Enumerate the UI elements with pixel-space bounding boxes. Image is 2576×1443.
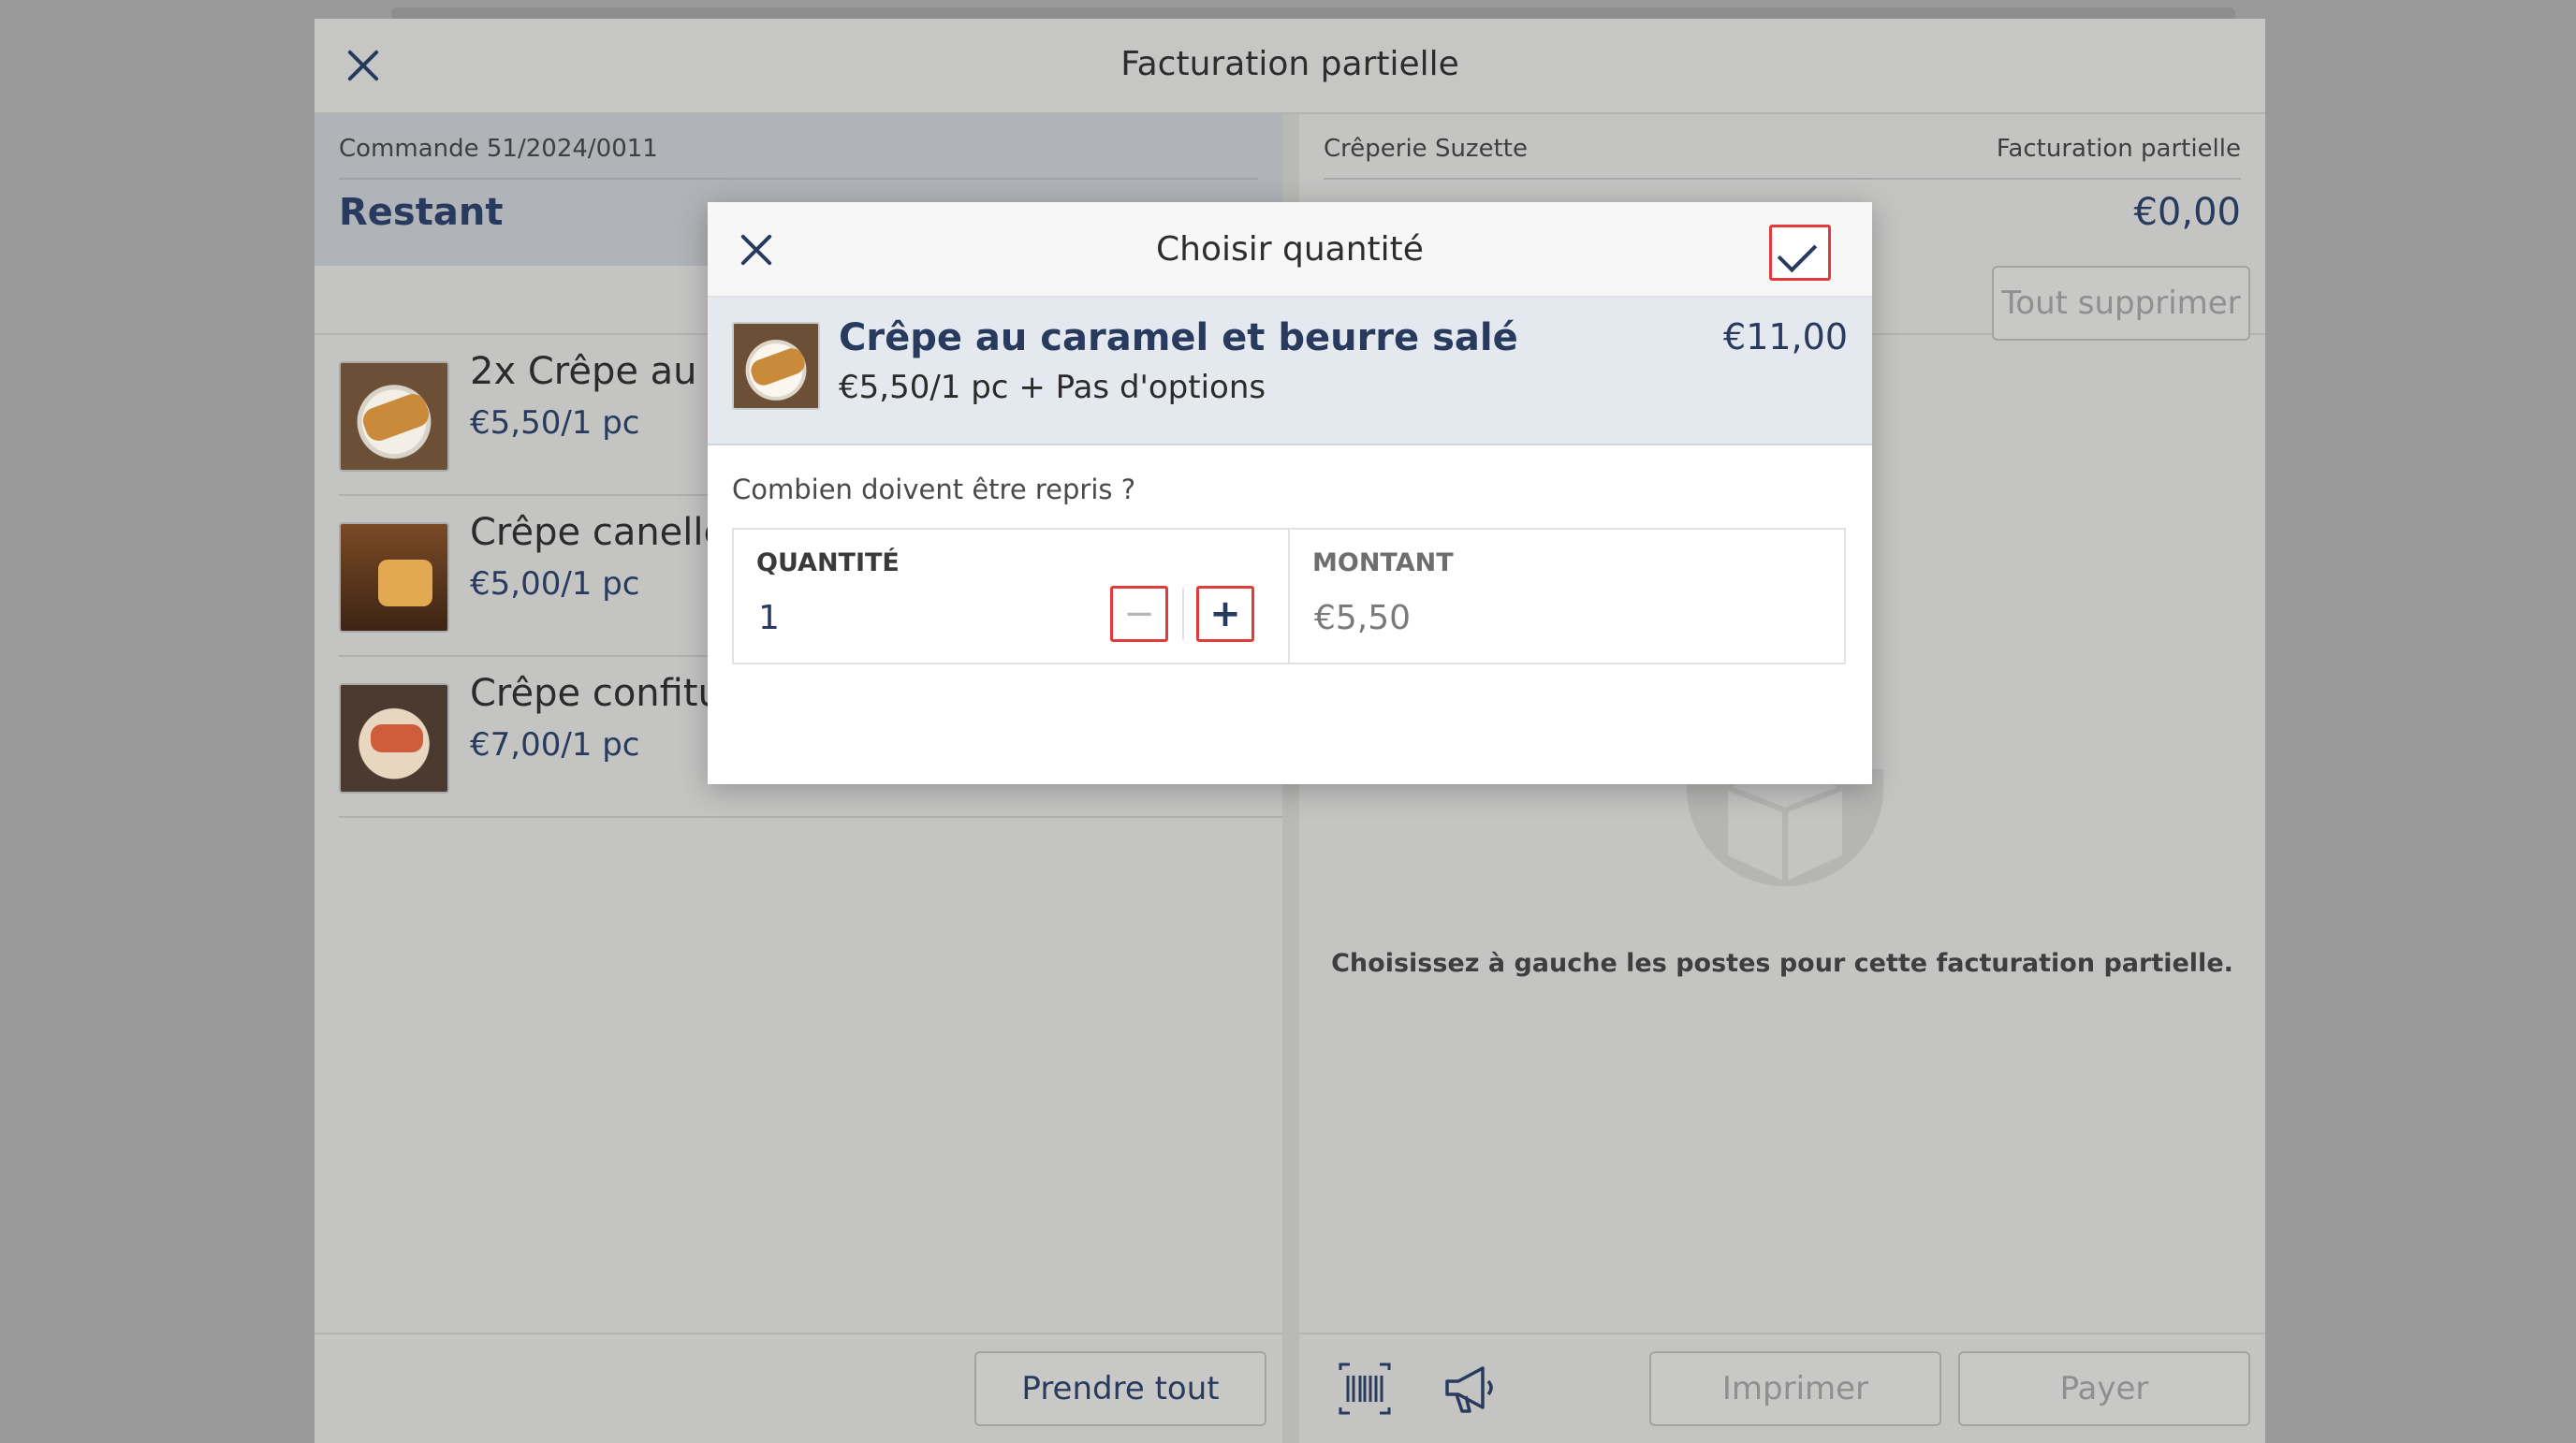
clear-all-button[interactable]: Tout supprimer bbox=[1992, 266, 2250, 341]
bill-mode-label: Facturation partielle bbox=[1996, 135, 2241, 163]
divider bbox=[1324, 178, 2241, 180]
left-footer: Prendre tout bbox=[315, 1333, 1282, 1443]
check-icon bbox=[1777, 232, 1818, 273]
selected-item: Crêpe au caramel et beurre salé €5,50/1 … bbox=[708, 298, 1872, 445]
pay-button[interactable]: Payer bbox=[1958, 1351, 2250, 1426]
bill-total: €0,00 bbox=[2133, 191, 2241, 234]
quantity-fields: QUANTITÉ 1 − + MONTANT €5,50 bbox=[732, 528, 1846, 664]
item-price: €5,50/1 pc bbox=[470, 404, 640, 442]
quantity-value[interactable]: 1 bbox=[758, 599, 780, 637]
stepper-separator bbox=[1182, 588, 1184, 640]
item-image bbox=[339, 361, 449, 472]
restaurant-name: Crêperie Suzette bbox=[1324, 135, 1528, 163]
amount-value: €5,50 bbox=[1314, 599, 1412, 637]
empty-box-icon bbox=[1687, 769, 1883, 886]
print-button[interactable]: Imprimer bbox=[1649, 1351, 1941, 1426]
dialog-title: Choisir quantité bbox=[1156, 230, 1424, 269]
amount-field: MONTANT €5,50 bbox=[1290, 530, 1844, 663]
barcode-icon[interactable] bbox=[1337, 1361, 1393, 1417]
item-total: €11,00 bbox=[1723, 316, 1848, 357]
quantity-field: QUANTITÉ 1 − + bbox=[734, 530, 1290, 663]
item-price: €5,00/1 pc bbox=[470, 565, 640, 603]
decrement-button[interactable]: − bbox=[1110, 586, 1168, 642]
quantity-dialog: Choisir quantité Crêpe au caramel et beu… bbox=[708, 202, 1872, 784]
item-details: €5,50/1 pc + Pas d'options bbox=[839, 369, 1266, 406]
remaining-heading: Restant bbox=[339, 191, 504, 234]
item-image bbox=[339, 683, 449, 794]
order-number: Commande 51/2024/0011 bbox=[339, 135, 658, 163]
quantity-question: Combien doivent être repris ? bbox=[732, 474, 1136, 505]
megaphone-icon[interactable] bbox=[1442, 1361, 1498, 1417]
increment-button[interactable]: + bbox=[1196, 586, 1254, 642]
amount-label: MONTANT bbox=[1312, 548, 1454, 577]
page-title: Facturation partielle bbox=[1120, 45, 1459, 83]
empty-state-message: Choisissez à gauche les postes pour cett… bbox=[1331, 949, 2233, 978]
item-name: Crêpe au caramel et beurre salé bbox=[839, 316, 1518, 359]
divider bbox=[339, 178, 1258, 180]
right-footer: Imprimer Payer bbox=[1299, 1333, 2265, 1443]
app-header: Facturation partielle bbox=[315, 19, 2265, 114]
dialog-header: Choisir quantité bbox=[708, 202, 1872, 298]
item-image bbox=[339, 522, 449, 633]
confirm-button[interactable] bbox=[1769, 225, 1831, 281]
quantity-label: QUANTITÉ bbox=[756, 548, 900, 577]
item-image bbox=[732, 322, 820, 410]
take-all-button[interactable]: Prendre tout bbox=[974, 1351, 1266, 1426]
item-price: €7,00/1 pc bbox=[470, 726, 640, 764]
